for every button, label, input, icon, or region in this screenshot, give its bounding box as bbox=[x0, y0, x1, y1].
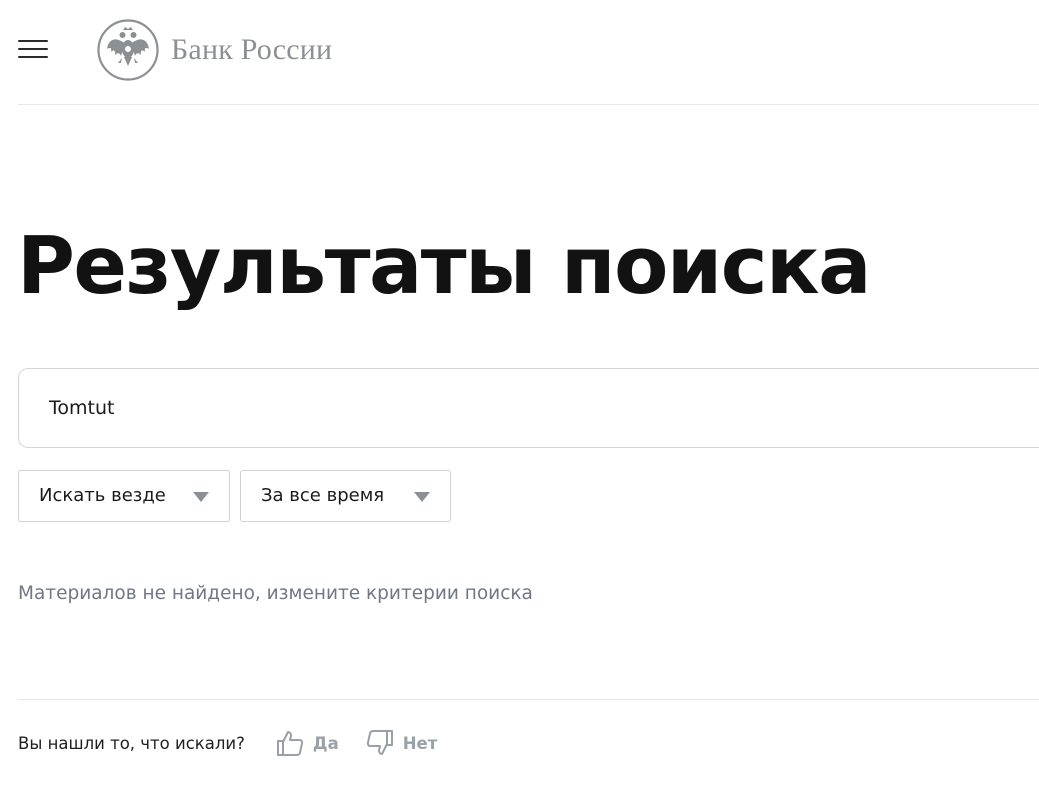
feedback-question: Вы нашли то, что искали? bbox=[18, 733, 245, 753]
feedback-no-button[interactable]: Нет bbox=[365, 728, 438, 758]
header-divider bbox=[18, 104, 1039, 105]
feedback-yes-button[interactable]: Да bbox=[275, 728, 339, 758]
hamburger-menu-icon[interactable] bbox=[18, 38, 48, 62]
footer-divider bbox=[18, 699, 1039, 700]
scope-filter-label: Искать везде bbox=[39, 485, 166, 506]
logo-text: Банк России bbox=[171, 33, 333, 66]
bank-logo[interactable]: Банк России bbox=[97, 19, 332, 81]
scope-filter-select[interactable]: Искать везде bbox=[18, 470, 230, 522]
menu-bar bbox=[18, 56, 48, 58]
menu-bar bbox=[18, 48, 48, 50]
thumbs-down-icon bbox=[366, 730, 393, 755]
site-header: Банк России bbox=[0, 0, 1039, 104]
no-results-message: Материалов не найдено, измените критерии… bbox=[18, 583, 533, 604]
feedback-bar: Вы нашли то, что искали? Да Нет bbox=[18, 726, 437, 760]
page-title: Результаты поиска bbox=[17, 220, 872, 312]
search-input[interactable] bbox=[49, 369, 1009, 447]
feedback-no-label: Нет bbox=[402, 733, 438, 753]
search-box[interactable] bbox=[18, 368, 1039, 448]
period-filter-select[interactable]: За все время bbox=[240, 470, 451, 522]
period-filter-label: За все время bbox=[261, 485, 385, 506]
eagle-emblem-icon bbox=[97, 19, 159, 81]
feedback-yes-label: Да bbox=[312, 733, 339, 753]
thumbs-up-icon bbox=[276, 731, 304, 756]
dropdown-arrow-icon bbox=[193, 492, 209, 502]
menu-bar bbox=[18, 40, 48, 42]
dropdown-arrow-icon bbox=[414, 492, 430, 502]
